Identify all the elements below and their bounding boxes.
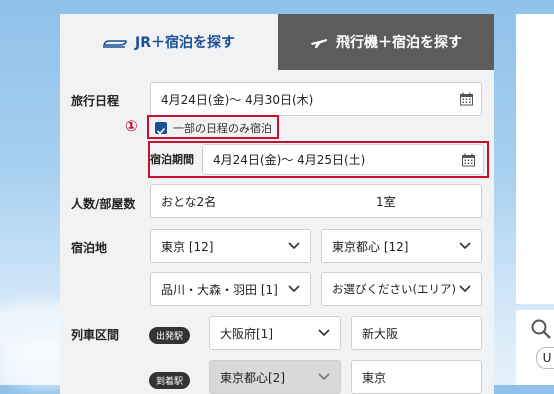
travel-dates-label: 旅行日程 [71, 94, 120, 108]
arrival-region-value: 東京都心[2] [220, 370, 285, 385]
departure-region-select[interactable]: 大阪府[1] [209, 316, 341, 350]
destination-prefecture-select[interactable]: 東京 [12] [150, 229, 311, 263]
side-search-panel: U [516, 310, 554, 385]
arrival-badge: 到着駅 [149, 372, 191, 389]
chevron-down-icon [459, 285, 471, 293]
destination-subarea-select[interactable]: 品川・大森・羽田 [1] [150, 272, 311, 306]
train-icon [103, 40, 127, 48]
departure-region-value: 大阪府[1] [220, 326, 273, 341]
partial-stay-label: 一部の日程のみ宿泊 [173, 122, 272, 135]
chevron-down-icon [288, 285, 300, 293]
search-icon[interactable] [530, 318, 552, 340]
destination-detail-placeholder: お選びください(エリア) [332, 282, 456, 296]
guests-field[interactable]: おとな2名 1室 [150, 184, 482, 218]
destination-subarea-value: 品川・大森・羽田 [1] [161, 282, 278, 297]
partial-stay-checkbox-row[interactable]: 一部の日程のみ宿泊 [155, 120, 272, 136]
guests-label: 人数/部屋数 [71, 197, 136, 211]
search-panel: JR＋宿泊を探す 飛行機＋宿泊を探す 旅行日程 4月24日(金)～ 4月30日(… [60, 14, 494, 394]
arrival-station-field[interactable]: 東京 [351, 360, 482, 394]
chevron-down-icon [459, 242, 471, 250]
departure-badge: 出発駅 [149, 327, 191, 344]
destination-detail-select[interactable]: お選びください(エリア) [321, 272, 482, 306]
travel-dates-value: 4月24日(金)～ 4月30日(木) [161, 92, 314, 107]
stay-period-value: 4月24日(金)～ 4月25日(土) [213, 153, 366, 167]
partial-stay-checkbox[interactable] [155, 122, 167, 135]
chevron-down-icon [318, 373, 330, 381]
stay-period-label: 宿泊期間 [150, 153, 194, 166]
departure-station-value: 新大阪 [362, 326, 399, 341]
destination-area-value: 東京都心 [12] [332, 239, 409, 254]
departure-station-field[interactable]: 新大阪 [351, 316, 482, 350]
tab-jr-hotel-label: JR＋宿泊を探す [135, 35, 235, 51]
chevron-down-icon [318, 329, 330, 337]
travel-dates-field[interactable]: 4月24日(金)～ 4月30日(木) [150, 82, 482, 116]
guests-rooms: 1室 [376, 194, 396, 209]
train-section-label: 列車区間 [71, 328, 120, 342]
airplane-icon [311, 39, 327, 48]
step-marker: ① [125, 117, 138, 135]
tab-jr-hotel[interactable]: JR＋宿泊を探す [60, 14, 278, 70]
stay-period-field[interactable]: 4月24日(金)～ 4月25日(土) [202, 144, 484, 175]
destination-area-select[interactable]: 東京都心 [12] [321, 229, 482, 263]
calendar-icon [460, 92, 473, 106]
guests-people: おとな2名 [161, 194, 217, 209]
tab-flight-hotel-label: 飛行機＋宿泊を探す [336, 35, 462, 51]
arrival-region-select[interactable]: 東京都心[2] [209, 360, 341, 394]
destination-label: 宿泊地 [71, 241, 108, 255]
tab-flight-hotel[interactable]: 飛行機＋宿泊を探す [278, 14, 494, 70]
check-icon [156, 127, 166, 135]
side-panel [516, 14, 554, 304]
chevron-down-icon [288, 242, 300, 250]
side-letter[interactable]: U [536, 347, 554, 369]
arrival-station-value: 東京 [362, 370, 387, 385]
calendar-icon [462, 153, 475, 166]
destination-prefecture-value: 東京 [12] [161, 239, 214, 254]
